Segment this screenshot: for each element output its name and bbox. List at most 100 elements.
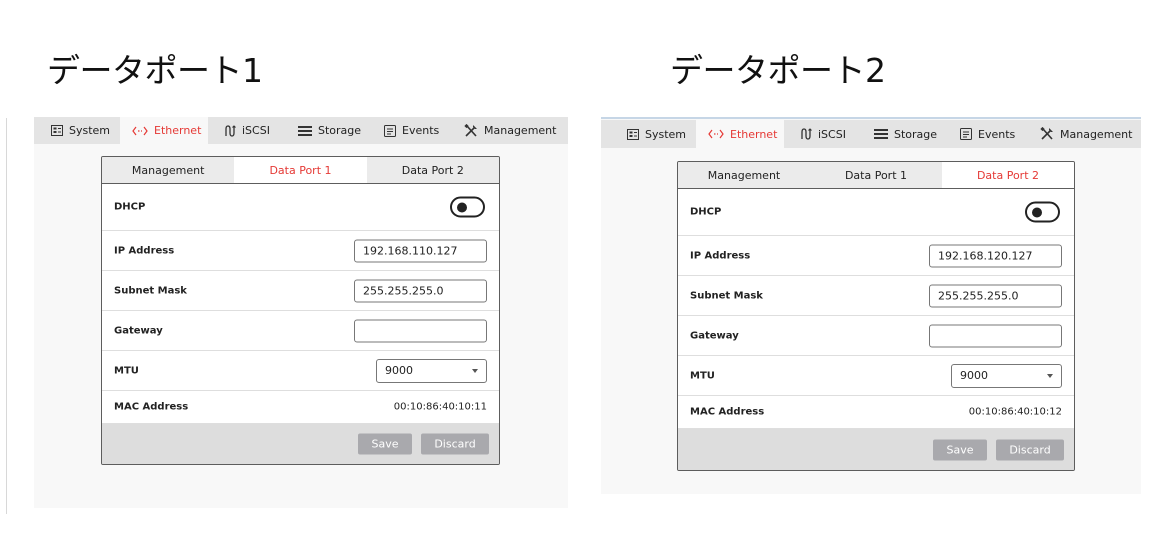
dhcp-toggle[interactable]	[1025, 201, 1060, 223]
gateway-row: Gateway	[102, 311, 499, 351]
tools-icon	[464, 123, 478, 138]
top-nav-bar: System Ethernet iSCSI Storage Events Man…	[34, 117, 568, 144]
nav-label: iSCSI	[242, 124, 270, 137]
tab-management[interactable]: Management	[102, 157, 235, 183]
nav-iscsi[interactable]: iSCSI	[800, 120, 850, 148]
storage-icon	[298, 125, 312, 136]
mtu-select[interactable]: 9000	[951, 363, 1062, 388]
nav-label: Storage	[318, 124, 362, 137]
mtu-value: 9000	[960, 369, 988, 382]
mtu-row: MTU 9000	[678, 356, 1074, 396]
subnet-mask-label: Subnet Mask	[690, 290, 763, 301]
mtu-label: MTU	[690, 370, 715, 381]
discard-button[interactable]: Discard	[996, 439, 1064, 460]
mac-address-value: 00:10:86:40:10:12	[968, 406, 1062, 418]
system-icon	[51, 125, 63, 136]
mac-address-row: MAC Address 00:10:86:40:10:12	[678, 396, 1074, 429]
settings-panel-data-port-2: System Ethernet iSCSI Storage Events Man…	[601, 117, 1141, 494]
iscsi-icon	[800, 128, 812, 140]
mtu-value: 9000	[385, 364, 413, 377]
nav-ethernet[interactable]: Ethernet	[120, 117, 208, 144]
chevron-down-icon	[472, 368, 478, 373]
ip-address-label: IP Address	[114, 245, 175, 256]
ethernet-icon	[132, 126, 148, 136]
gateway-input[interactable]	[929, 324, 1062, 347]
subnet-mask-input[interactable]	[354, 279, 487, 302]
events-icon	[960, 128, 972, 140]
nav-label: Events	[978, 127, 1016, 141]
nav-label: iSCSI	[818, 127, 846, 141]
nav-ethernet[interactable]: Ethernet	[696, 120, 784, 148]
toggle-knob	[1032, 207, 1042, 218]
gateway-label: Gateway	[690, 330, 739, 341]
tab-data-port-2[interactable]: Data Port 2	[942, 162, 1074, 188]
subnet-mask-row: Subnet Mask	[102, 271, 499, 311]
card-footer: Save Discard	[678, 429, 1074, 470]
events-icon	[384, 124, 396, 137]
page-title-data-port-1: データポート1	[47, 51, 263, 90]
gateway-label: Gateway	[114, 325, 163, 336]
nav-label: Events	[402, 124, 440, 137]
nav-management[interactable]: Management	[1040, 120, 1140, 148]
settings-panel-data-port-1: System Ethernet iSCSI Storage Events Man…	[34, 117, 568, 508]
nav-storage[interactable]: Storage	[298, 117, 362, 144]
mtu-label: MTU	[114, 365, 139, 376]
tab-data-port-1[interactable]: Data Port 1	[234, 157, 367, 183]
mac-address-label: MAC Address	[690, 406, 765, 418]
ip-address-input[interactable]	[354, 239, 487, 262]
discard-button[interactable]: Discard	[421, 433, 489, 455]
top-nav-bar: System Ethernet iSCSI Storage Events Man…	[601, 120, 1141, 148]
nav-system[interactable]: System	[51, 117, 118, 144]
nav-label: Storage	[894, 127, 938, 141]
ip-address-row: IP Address	[678, 236, 1074, 276]
nav-label: Ethernet	[154, 124, 202, 137]
ip-address-row: IP Address	[102, 231, 499, 271]
tab-data-port-2[interactable]: Data Port 2	[366, 157, 499, 183]
port-tabs: Management Data Port 1 Data Port 2	[102, 157, 499, 184]
iscsi-icon	[224, 124, 236, 137]
port-tabs: Management Data Port 1 Data Port 2	[678, 162, 1074, 189]
ip-address-label: IP Address	[690, 250, 751, 261]
ethernet-settings-card: Management Data Port 1 Data Port 2 DHCP …	[677, 161, 1075, 471]
nav-label: Ethernet	[730, 127, 778, 141]
nav-label: System	[645, 127, 687, 141]
tab-management[interactable]: Management	[678, 162, 810, 188]
page-title-data-port-2: データポート2	[670, 51, 886, 90]
nav-iscsi[interactable]: iSCSI	[224, 117, 274, 144]
tools-icon	[1040, 127, 1054, 141]
nav-storage[interactable]: Storage	[874, 120, 938, 148]
tab-data-port-1[interactable]: Data Port 1	[810, 162, 942, 188]
subnet-mask-input[interactable]	[929, 284, 1062, 307]
chevron-down-icon	[1047, 373, 1053, 378]
mtu-select[interactable]: 9000	[376, 358, 487, 383]
nav-label: Management	[484, 124, 557, 137]
mtu-row: MTU 9000	[102, 351, 499, 391]
subnet-mask-label: Subnet Mask	[114, 285, 187, 296]
storage-icon	[874, 129, 888, 139]
gateway-row: Gateway	[678, 316, 1074, 356]
save-button[interactable]: Save	[358, 433, 412, 455]
card-footer: Save Discard	[102, 424, 499, 464]
mac-address-value: 00:10:86:40:10:11	[393, 401, 487, 413]
dhcp-row: DHCP	[678, 189, 1074, 236]
gateway-input[interactable]	[354, 319, 487, 342]
ip-address-input[interactable]	[929, 244, 1062, 267]
toggle-knob	[457, 202, 467, 213]
subnet-mask-row: Subnet Mask	[678, 276, 1074, 316]
system-icon	[627, 128, 639, 140]
nav-label: Management	[1060, 127, 1133, 141]
nav-events[interactable]: Events	[960, 120, 1015, 148]
nav-management[interactable]: Management	[464, 117, 564, 144]
nav-system[interactable]: System	[627, 120, 694, 148]
save-button[interactable]: Save	[933, 439, 987, 460]
mac-address-label: MAC Address	[114, 401, 189, 413]
nav-label: System	[69, 124, 111, 137]
ethernet-settings-card: Management Data Port 1 Data Port 2 DHCP …	[101, 156, 500, 465]
dhcp-row: DHCP	[102, 184, 499, 231]
dhcp-toggle[interactable]	[450, 196, 485, 218]
mac-address-row: MAC Address 00:10:86:40:10:11	[102, 391, 499, 424]
ethernet-icon	[708, 129, 724, 139]
left-edge-divider	[6, 118, 7, 514]
nav-events[interactable]: Events	[384, 117, 439, 144]
dhcp-label: DHCP	[690, 206, 722, 218]
